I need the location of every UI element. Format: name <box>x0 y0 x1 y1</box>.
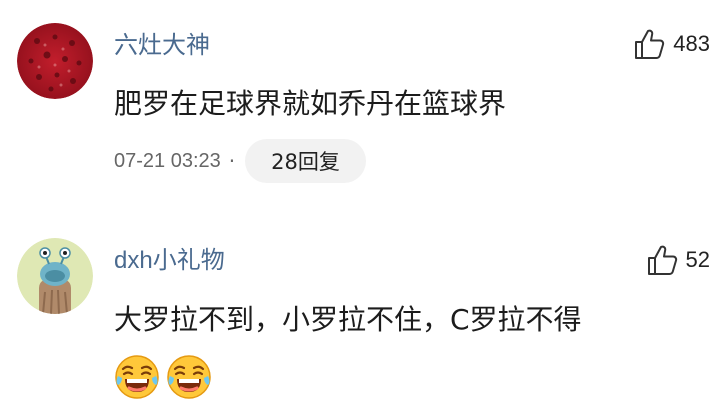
avatar[interactable] <box>17 238 93 314</box>
username[interactable]: dxh小礼物 <box>114 249 225 273</box>
emoji-row <box>114 354 212 400</box>
comment-text: 大罗拉不到，小罗拉不住，C罗拉不得 <box>114 303 582 336</box>
laughing-crying-emoji-icon <box>167 355 211 399</box>
laughing-crying-emoji-icon <box>115 355 159 399</box>
cartoon-creature-avatar-icon <box>17 238 93 314</box>
thumbs-up-icon <box>647 245 677 275</box>
like-count: 52 <box>685 247 710 272</box>
like-button[interactable]: 52 <box>646 240 710 280</box>
comment-item-2: dxh小礼物 52 大罗拉不到，小罗拉不住，C罗拉不得 <box>0 0 724 406</box>
